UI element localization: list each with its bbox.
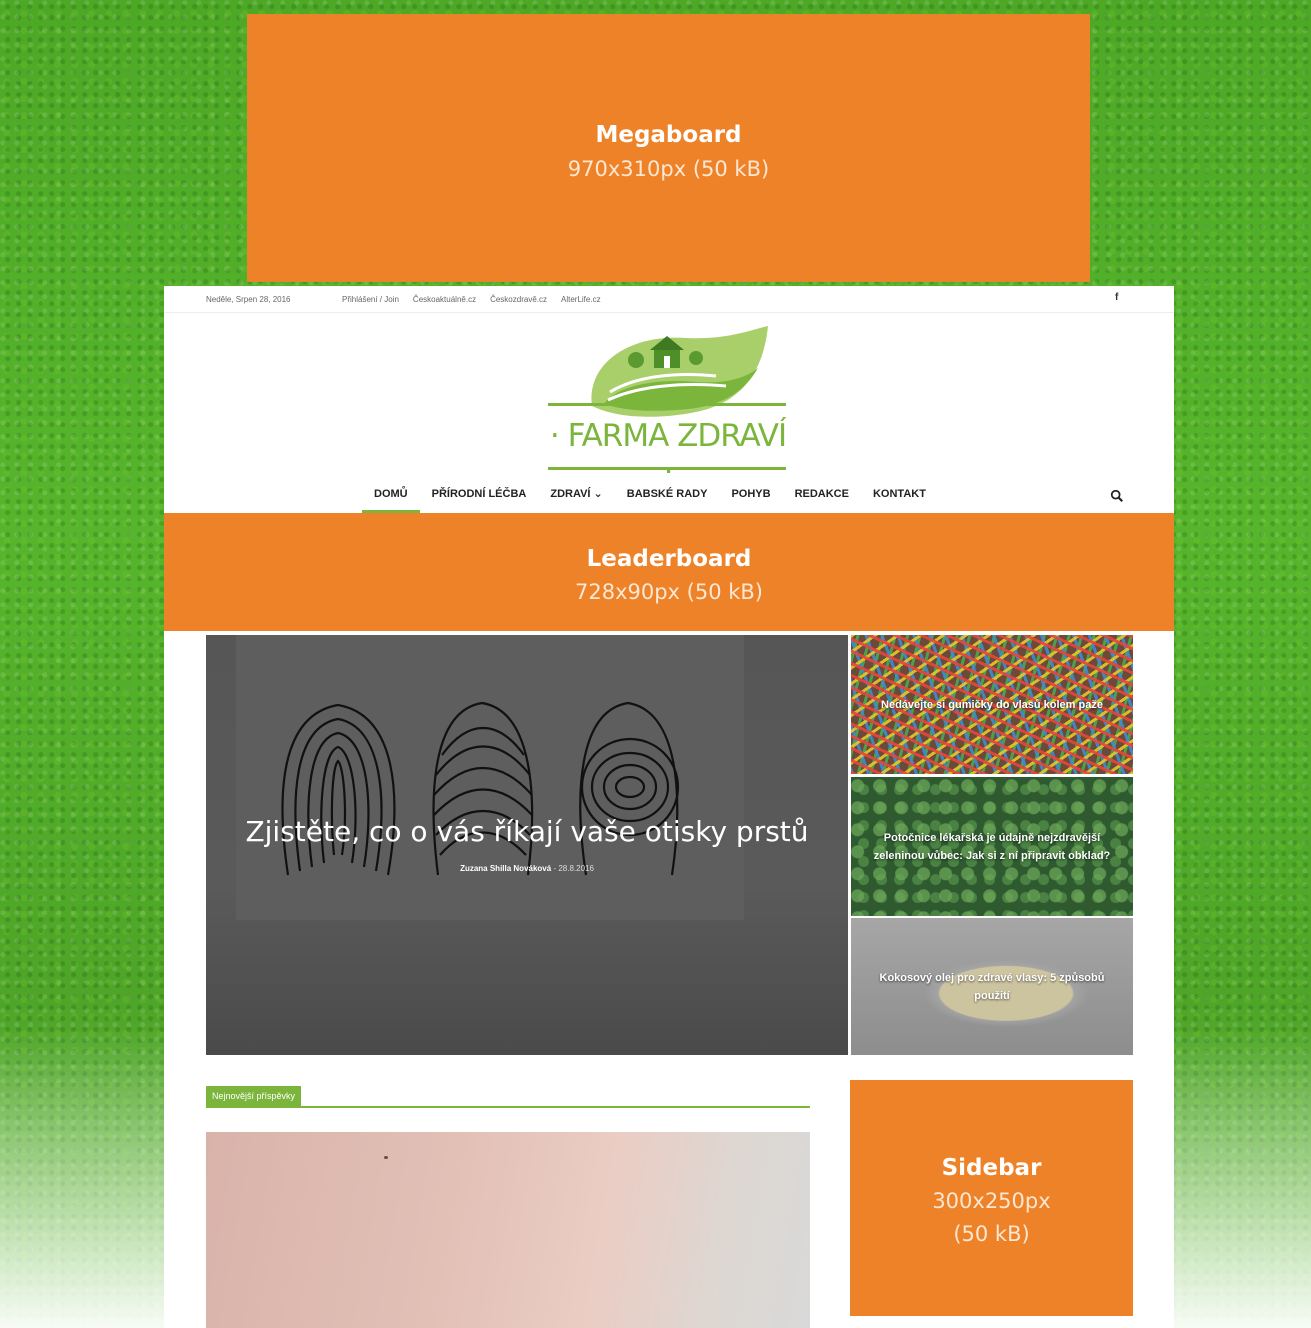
leaderboard-size: 728x90px (50 kB): [574, 580, 763, 604]
featured-image: [236, 635, 744, 920]
megaboard-size: 970x310px (50 kB): [567, 157, 770, 181]
search-icon[interactable]: [1110, 489, 1124, 503]
section-tab-newest[interactable]: Nejnovější příspěvky: [206, 1086, 302, 1106]
nav-item-domu[interactable]: DOMŮ: [362, 486, 420, 513]
side-article-3-title[interactable]: Kokosový olej pro zdravé vlasy: 5 způsob…: [865, 969, 1119, 1005]
featured-date: 28.8.2016: [558, 864, 594, 873]
fingerprints-illustration: [281, 701, 680, 876]
post-thumbnail[interactable]: [206, 1132, 810, 1328]
nav-item-kontakt[interactable]: KONTAKT: [861, 486, 938, 512]
featured-title[interactable]: Zjistěte, co o vás říkají vaše otisky pr…: [206, 815, 848, 848]
sidebar-ad-title: Sidebar: [941, 1155, 1042, 1181]
sidebar-ad[interactable]: Sidebar 300x250px (50 kB): [850, 1080, 1133, 1316]
nav-item-pohyb[interactable]: POHYB: [719, 486, 782, 512]
top-link-login[interactable]: Přihlášení / Join: [342, 295, 399, 304]
featured-author[interactable]: Zuzana Shilla Nováková: [460, 864, 551, 873]
main-nav: DOMŮ PŘÍRODNÍ LÉČBA ZDRAVÍ ⌄ BABSKÉ RADY…: [362, 486, 938, 513]
current-date: Neděle, Srpen 28, 2016: [206, 295, 291, 304]
site-logo[interactable]: · FARMA ZDRAVÍ ·: [546, 326, 790, 490]
sidebar-ad-weight: (50 kB): [953, 1222, 1030, 1246]
nav-item-prirodni-lecba[interactable]: PŘÍRODNÍ LÉČBA: [420, 486, 539, 512]
side-article-2[interactable]: Potočnice lékařská je údajně nejzdravějš…: [851, 777, 1133, 916]
megaboard-title: Megaboard: [595, 122, 742, 148]
logo-line-bottom: [548, 467, 786, 470]
section-divider: [206, 1106, 810, 1108]
sidebar-ad-size: 300x250px: [932, 1189, 1051, 1213]
website-frame: Neděle, Srpen 28, 2016 Přihlášení / Join…: [164, 286, 1174, 1328]
nav-item-babske-rady[interactable]: BABSKÉ RADY: [615, 486, 720, 512]
featured-article[interactable]: Zjistěte, co o vás říkají vaše otisky pr…: [206, 635, 848, 1055]
logo-text: · FARMA ZDRAVÍ ·: [549, 418, 787, 490]
top-link-ceskoaktualne[interactable]: Českoaktuálně.cz: [413, 295, 476, 304]
top-bar: Neděle, Srpen 28, 2016 Přihlášení / Join…: [164, 286, 1174, 313]
logo-line-top: [548, 403, 786, 406]
nav-item-redakce[interactable]: REDAKCE: [783, 486, 861, 512]
top-links: Přihlášení / Join Českoaktuálně.cz Česko…: [342, 295, 601, 304]
top-link-ceskozdrave[interactable]: Českozdravě.cz: [490, 295, 547, 304]
leaderboard-ad[interactable]: Leaderboard 728x90px (50 kB): [164, 513, 1174, 631]
side-article-1[interactable]: Nedávejte si gumičky do vlasů kolem paže: [851, 635, 1133, 774]
megaboard-ad[interactable]: Megaboard 970x310px (50 kB): [247, 14, 1090, 282]
facebook-icon[interactable]: f: [1115, 292, 1118, 303]
side-article-3[interactable]: Kokosový olej pro zdravé vlasy: 5 způsob…: [851, 918, 1133, 1055]
skin-mark: [384, 1156, 388, 1159]
leaderboard-title: Leaderboard: [586, 546, 752, 572]
side-article-1-title[interactable]: Nedávejte si gumičky do vlasů kolem paže: [865, 696, 1119, 714]
side-article-2-title[interactable]: Potočnice lékařská je údajně nejzdravějš…: [865, 829, 1119, 865]
nav-item-zdravi[interactable]: ZDRAVÍ ⌄: [538, 486, 614, 512]
top-link-alterlife[interactable]: AlterLife.cz: [561, 295, 601, 304]
featured-meta: Zuzana Shilla Nováková - 28.8.2016: [206, 864, 848, 873]
featured-bottom: [206, 920, 848, 1055]
